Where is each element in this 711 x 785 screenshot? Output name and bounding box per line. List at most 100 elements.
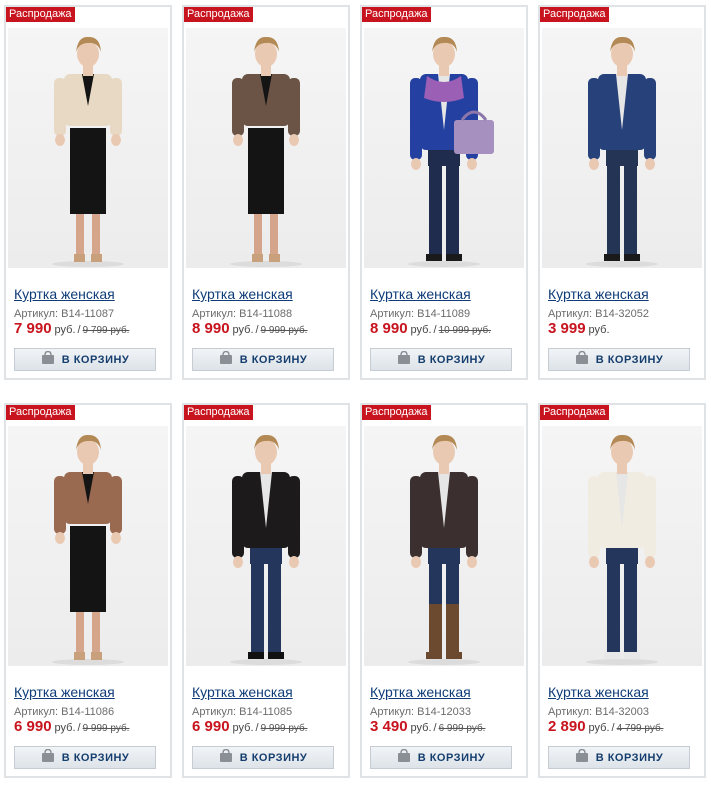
add-to-cart-label: В КОРЗИНУ xyxy=(595,353,664,366)
current-price: 8 990 xyxy=(370,320,408,337)
add-to-cart-button[interactable]: В КОРЗИНУ xyxy=(370,348,512,371)
sku-label: Артикул: xyxy=(370,308,415,320)
product-title-link[interactable]: Куртка женская xyxy=(14,286,115,302)
product-title-link[interactable]: Куртка женская xyxy=(192,286,293,302)
product-title-link[interactable]: Куртка женская xyxy=(370,684,471,700)
add-to-cart-label: В КОРЗИНУ xyxy=(239,353,308,366)
sku-value: B14-11088 xyxy=(239,308,293,320)
product-title-link[interactable]: Куртка женская xyxy=(192,684,293,700)
sale-badge: Распродажа xyxy=(540,7,609,22)
current-price: 3 490 xyxy=(370,718,408,735)
current-price: 2 890 xyxy=(548,718,586,735)
add-to-cart-button[interactable]: В КОРЗИНУ xyxy=(14,348,156,371)
product-sku: Артикул: B14-11085 xyxy=(192,706,292,718)
add-to-cart-button[interactable]: В КОРЗИНУ xyxy=(192,746,334,769)
product-sku: Артикул: B14-11087 xyxy=(14,308,114,320)
sku-label: Артикул: xyxy=(370,706,415,718)
sale-badge: Распродажа xyxy=(362,7,431,22)
currency-label: руб. xyxy=(588,722,610,734)
product-image[interactable] xyxy=(8,426,168,666)
sale-badge: Распродажа xyxy=(362,405,431,420)
add-to-cart-button[interactable]: В КОРЗИНУ xyxy=(548,746,690,769)
product-image[interactable] xyxy=(8,28,168,268)
shopping-bag-icon xyxy=(397,748,411,767)
price-separator: / xyxy=(255,324,259,336)
product-card: Распродажа Куртка женская Артикул: B14-1… xyxy=(182,403,350,778)
price-separator: / xyxy=(433,722,437,734)
sku-value: B14-32052 xyxy=(595,308,649,320)
sku-value: B14-12033 xyxy=(417,706,471,718)
price-block: 8 990 руб./10 999 руб. xyxy=(370,320,491,338)
add-to-cart-button[interactable]: В КОРЗИНУ xyxy=(370,746,512,769)
add-to-cart-button[interactable]: В КОРЗИНУ xyxy=(14,746,156,769)
currency-label: руб. xyxy=(54,722,76,734)
sale-badge: Распродажа xyxy=(6,7,75,22)
product-sku: Артикул: B14-11088 xyxy=(192,308,292,320)
current-price: 6 990 xyxy=(192,718,230,735)
sku-label: Артикул: xyxy=(14,706,59,718)
add-to-cart-button[interactable]: В КОРЗИНУ xyxy=(548,348,690,371)
price-block: 6 990 руб./9 999 руб. xyxy=(192,718,307,736)
price-block: 6 990 руб./9 999 руб. xyxy=(14,718,129,736)
old-price: 9 999 руб. xyxy=(260,723,308,734)
product-card: Распродажа Куртка женская Артикул: B14-1… xyxy=(4,5,172,380)
product-image[interactable] xyxy=(364,426,524,666)
price-block: 3 999 руб. xyxy=(548,320,610,338)
price-separator: / xyxy=(77,324,81,336)
product-title-link[interactable]: Куртка женская xyxy=(370,286,471,302)
sale-badge: Распродажа xyxy=(184,7,253,22)
shopping-bag-icon xyxy=(41,350,55,369)
product-title-link[interactable]: Куртка женская xyxy=(548,684,649,700)
current-price: 3 999 xyxy=(548,320,586,337)
sku-label: Артикул: xyxy=(14,308,59,320)
sku-value: B14-11086 xyxy=(61,706,115,718)
old-price: 4 799 руб. xyxy=(616,723,664,734)
current-price: 7 990 xyxy=(14,320,52,337)
sale-badge: Распродажа xyxy=(6,405,75,420)
currency-label: руб. xyxy=(410,722,432,734)
product-image[interactable] xyxy=(186,426,346,666)
product-card: Распродажа Куртка женская Артикул: B14-3… xyxy=(538,5,706,380)
product-title-link[interactable]: Куртка женская xyxy=(548,286,649,302)
currency-label: руб. xyxy=(54,324,76,336)
product-card: Распродажа Куртка женская Артикул: B14-1… xyxy=(182,5,350,380)
product-sku: Артикул: B14-32003 xyxy=(548,706,649,718)
product-title-link[interactable]: Куртка женская xyxy=(14,684,115,700)
add-to-cart-label: В КОРЗИНУ xyxy=(417,353,486,366)
currency-label: руб. xyxy=(410,324,432,336)
sale-badge: Распродажа xyxy=(540,405,609,420)
add-to-cart-button[interactable]: В КОРЗИНУ xyxy=(192,348,334,371)
price-separator: / xyxy=(77,722,81,734)
add-to-cart-label: В КОРЗИНУ xyxy=(595,751,664,764)
product-image[interactable] xyxy=(542,28,702,268)
old-price: 10 999 руб. xyxy=(438,325,492,336)
shopping-bag-icon xyxy=(219,350,233,369)
product-sku: Артикул: B14-11089 xyxy=(370,308,470,320)
shopping-bag-icon xyxy=(575,748,589,767)
price-separator: / xyxy=(611,722,615,734)
current-price: 6 990 xyxy=(14,718,52,735)
product-image[interactable] xyxy=(186,28,346,268)
product-card: Распродажа Куртка женская Артикул: B14-1… xyxy=(360,403,528,778)
currency-label: руб. xyxy=(232,324,254,336)
shopping-bag-icon xyxy=(397,350,411,369)
sku-label: Артикул: xyxy=(192,308,237,320)
old-price: 9 999 руб. xyxy=(82,723,130,734)
old-price: 6 999 руб. xyxy=(438,723,486,734)
product-card: Распродажа Куртка женская Артикул: B14-1… xyxy=(4,403,172,778)
shopping-bag-icon xyxy=(575,350,589,369)
sku-label: Артикул: xyxy=(548,706,593,718)
price-block: 7 990 руб./9 799 руб. xyxy=(14,320,129,338)
sku-label: Артикул: xyxy=(192,706,237,718)
product-image[interactable] xyxy=(364,28,524,268)
sku-value: B14-11087 xyxy=(61,308,115,320)
sale-badge: Распродажа xyxy=(184,405,253,420)
current-price: 8 990 xyxy=(192,320,230,337)
sku-value: B14-11089 xyxy=(417,308,471,320)
old-price: 9 799 руб. xyxy=(82,325,130,336)
product-grid: Распродажа Куртка женская Артикул: B14-1… xyxy=(4,5,706,778)
sku-label: Артикул: xyxy=(548,308,593,320)
product-card: Распродажа Куртка женская Артикул: B14-1… xyxy=(360,5,528,380)
price-block: 2 890 руб./4 799 руб. xyxy=(548,718,663,736)
product-image[interactable] xyxy=(542,426,702,666)
